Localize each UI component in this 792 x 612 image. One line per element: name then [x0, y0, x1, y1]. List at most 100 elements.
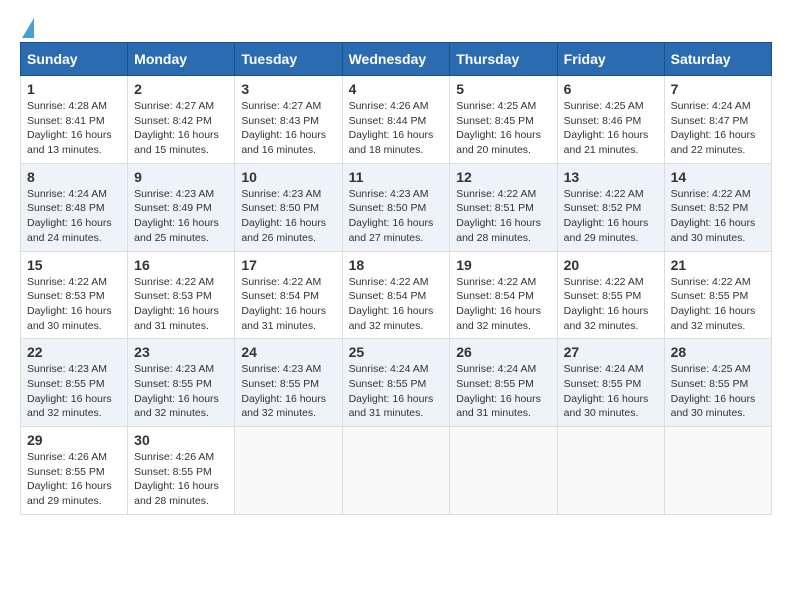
calendar-cell-day-10: 10 Sunrise: 4:23 AMSunset: 8:50 PMDaylig… [235, 163, 342, 251]
day-number: 26 [456, 344, 550, 360]
calendar-header-sunday: Sunday [21, 43, 128, 76]
calendar-cell-day-1: 1 Sunrise: 4:28 AMSunset: 8:41 PMDayligh… [21, 76, 128, 164]
calendar-cell-empty [235, 427, 342, 515]
calendar-cell-day-9: 9 Sunrise: 4:23 AMSunset: 8:49 PMDayligh… [128, 163, 235, 251]
day-number: 2 [134, 81, 228, 97]
calendar-row-week-3: 15 Sunrise: 4:22 AMSunset: 8:53 PMDaylig… [21, 251, 772, 339]
day-info: Sunrise: 4:26 AMSunset: 8:55 PMDaylight:… [134, 451, 219, 507]
day-number: 7 [671, 81, 765, 97]
calendar-header-monday: Monday [128, 43, 235, 76]
calendar-cell-day-28: 28 Sunrise: 4:25 AMSunset: 8:55 PMDaylig… [664, 339, 771, 427]
day-info: Sunrise: 4:22 AMSunset: 8:55 PMDaylight:… [671, 276, 756, 332]
day-info: Sunrise: 4:27 AMSunset: 8:42 PMDaylight:… [134, 100, 219, 156]
day-info: Sunrise: 4:24 AMSunset: 8:47 PMDaylight:… [671, 100, 756, 156]
day-info: Sunrise: 4:22 AMSunset: 8:55 PMDaylight:… [564, 276, 649, 332]
calendar-header-saturday: Saturday [664, 43, 771, 76]
calendar-cell-day-16: 16 Sunrise: 4:22 AMSunset: 8:53 PMDaylig… [128, 251, 235, 339]
day-info: Sunrise: 4:23 AMSunset: 8:50 PMDaylight:… [241, 188, 326, 244]
logo-triangle-icon [22, 18, 34, 38]
day-info: Sunrise: 4:22 AMSunset: 8:52 PMDaylight:… [564, 188, 649, 244]
day-number: 23 [134, 344, 228, 360]
day-info: Sunrise: 4:24 AMSunset: 8:55 PMDaylight:… [349, 363, 434, 419]
day-info: Sunrise: 4:28 AMSunset: 8:41 PMDaylight:… [27, 100, 112, 156]
day-number: 14 [671, 169, 765, 185]
calendar-cell-day-21: 21 Sunrise: 4:22 AMSunset: 8:55 PMDaylig… [664, 251, 771, 339]
calendar-cell-day-7: 7 Sunrise: 4:24 AMSunset: 8:47 PMDayligh… [664, 76, 771, 164]
day-info: Sunrise: 4:26 AMSunset: 8:44 PMDaylight:… [349, 100, 434, 156]
calendar-cell-day-5: 5 Sunrise: 4:25 AMSunset: 8:45 PMDayligh… [450, 76, 557, 164]
calendar-cell-day-3: 3 Sunrise: 4:27 AMSunset: 8:43 PMDayligh… [235, 76, 342, 164]
calendar-cell-day-22: 22 Sunrise: 4:23 AMSunset: 8:55 PMDaylig… [21, 339, 128, 427]
day-number: 28 [671, 344, 765, 360]
day-number: 17 [241, 257, 335, 273]
calendar-header-friday: Friday [557, 43, 664, 76]
calendar-cell-day-26: 26 Sunrise: 4:24 AMSunset: 8:55 PMDaylig… [450, 339, 557, 427]
calendar-header-tuesday: Tuesday [235, 43, 342, 76]
day-number: 15 [27, 257, 121, 273]
calendar-cell-day-2: 2 Sunrise: 4:27 AMSunset: 8:42 PMDayligh… [128, 76, 235, 164]
calendar-cell-day-20: 20 Sunrise: 4:22 AMSunset: 8:55 PMDaylig… [557, 251, 664, 339]
calendar-header-thursday: Thursday [450, 43, 557, 76]
calendar-cell-day-6: 6 Sunrise: 4:25 AMSunset: 8:46 PMDayligh… [557, 76, 664, 164]
calendar-cell-day-12: 12 Sunrise: 4:22 AMSunset: 8:51 PMDaylig… [450, 163, 557, 251]
day-info: Sunrise: 4:22 AMSunset: 8:54 PMDaylight:… [241, 276, 326, 332]
day-info: Sunrise: 4:22 AMSunset: 8:53 PMDaylight:… [134, 276, 219, 332]
day-number: 9 [134, 169, 228, 185]
day-info: Sunrise: 4:25 AMSunset: 8:45 PMDaylight:… [456, 100, 541, 156]
calendar-table: SundayMondayTuesdayWednesdayThursdayFrid… [20, 42, 772, 515]
day-number: 10 [241, 169, 335, 185]
day-number: 4 [349, 81, 444, 97]
day-number: 19 [456, 257, 550, 273]
day-number: 27 [564, 344, 658, 360]
day-info: Sunrise: 4:22 AMSunset: 8:53 PMDaylight:… [27, 276, 112, 332]
calendar-cell-day-11: 11 Sunrise: 4:23 AMSunset: 8:50 PMDaylig… [342, 163, 450, 251]
day-info: Sunrise: 4:23 AMSunset: 8:55 PMDaylight:… [241, 363, 326, 419]
day-info: Sunrise: 4:22 AMSunset: 8:52 PMDaylight:… [671, 188, 756, 244]
day-info: Sunrise: 4:23 AMSunset: 8:55 PMDaylight:… [134, 363, 219, 419]
day-number: 8 [27, 169, 121, 185]
day-info: Sunrise: 4:24 AMSunset: 8:55 PMDaylight:… [564, 363, 649, 419]
day-number: 21 [671, 257, 765, 273]
day-number: 3 [241, 81, 335, 97]
calendar-cell-day-14: 14 Sunrise: 4:22 AMSunset: 8:52 PMDaylig… [664, 163, 771, 251]
calendar-cell-empty [557, 427, 664, 515]
calendar-cell-day-15: 15 Sunrise: 4:22 AMSunset: 8:53 PMDaylig… [21, 251, 128, 339]
calendar-cell-day-19: 19 Sunrise: 4:22 AMSunset: 8:54 PMDaylig… [450, 251, 557, 339]
calendar-header-row: SundayMondayTuesdayWednesdayThursdayFrid… [21, 43, 772, 76]
calendar-cell-day-29: 29 Sunrise: 4:26 AMSunset: 8:55 PMDaylig… [21, 427, 128, 515]
day-info: Sunrise: 4:22 AMSunset: 8:54 PMDaylight:… [349, 276, 434, 332]
day-info: Sunrise: 4:24 AMSunset: 8:55 PMDaylight:… [456, 363, 541, 419]
day-number: 20 [564, 257, 658, 273]
day-info: Sunrise: 4:22 AMSunset: 8:54 PMDaylight:… [456, 276, 541, 332]
day-number: 1 [27, 81, 121, 97]
calendar-cell-day-17: 17 Sunrise: 4:22 AMSunset: 8:54 PMDaylig… [235, 251, 342, 339]
calendar-cell-empty [664, 427, 771, 515]
day-number: 11 [349, 169, 444, 185]
calendar-cell-day-24: 24 Sunrise: 4:23 AMSunset: 8:55 PMDaylig… [235, 339, 342, 427]
day-number: 18 [349, 257, 444, 273]
day-number: 13 [564, 169, 658, 185]
day-info: Sunrise: 4:23 AMSunset: 8:50 PMDaylight:… [349, 188, 434, 244]
calendar-cell-day-8: 8 Sunrise: 4:24 AMSunset: 8:48 PMDayligh… [21, 163, 128, 251]
day-info: Sunrise: 4:27 AMSunset: 8:43 PMDaylight:… [241, 100, 326, 156]
day-number: 30 [134, 432, 228, 448]
calendar-cell-day-25: 25 Sunrise: 4:24 AMSunset: 8:55 PMDaylig… [342, 339, 450, 427]
calendar-cell-day-4: 4 Sunrise: 4:26 AMSunset: 8:44 PMDayligh… [342, 76, 450, 164]
day-info: Sunrise: 4:25 AMSunset: 8:55 PMDaylight:… [671, 363, 756, 419]
day-info: Sunrise: 4:26 AMSunset: 8:55 PMDaylight:… [27, 451, 112, 507]
day-info: Sunrise: 4:23 AMSunset: 8:49 PMDaylight:… [134, 188, 219, 244]
day-number: 29 [27, 432, 121, 448]
day-number: 12 [456, 169, 550, 185]
day-info: Sunrise: 4:24 AMSunset: 8:48 PMDaylight:… [27, 188, 112, 244]
day-number: 25 [349, 344, 444, 360]
calendar-row-week-1: 1 Sunrise: 4:28 AMSunset: 8:41 PMDayligh… [21, 76, 772, 164]
calendar-cell-day-30: 30 Sunrise: 4:26 AMSunset: 8:55 PMDaylig… [128, 427, 235, 515]
calendar-cell-day-18: 18 Sunrise: 4:22 AMSunset: 8:54 PMDaylig… [342, 251, 450, 339]
day-number: 5 [456, 81, 550, 97]
day-info: Sunrise: 4:22 AMSunset: 8:51 PMDaylight:… [456, 188, 541, 244]
calendar-row-week-5: 29 Sunrise: 4:26 AMSunset: 8:55 PMDaylig… [21, 427, 772, 515]
calendar-cell-day-27: 27 Sunrise: 4:24 AMSunset: 8:55 PMDaylig… [557, 339, 664, 427]
day-number: 16 [134, 257, 228, 273]
day-number: 22 [27, 344, 121, 360]
calendar-cell-empty [342, 427, 450, 515]
